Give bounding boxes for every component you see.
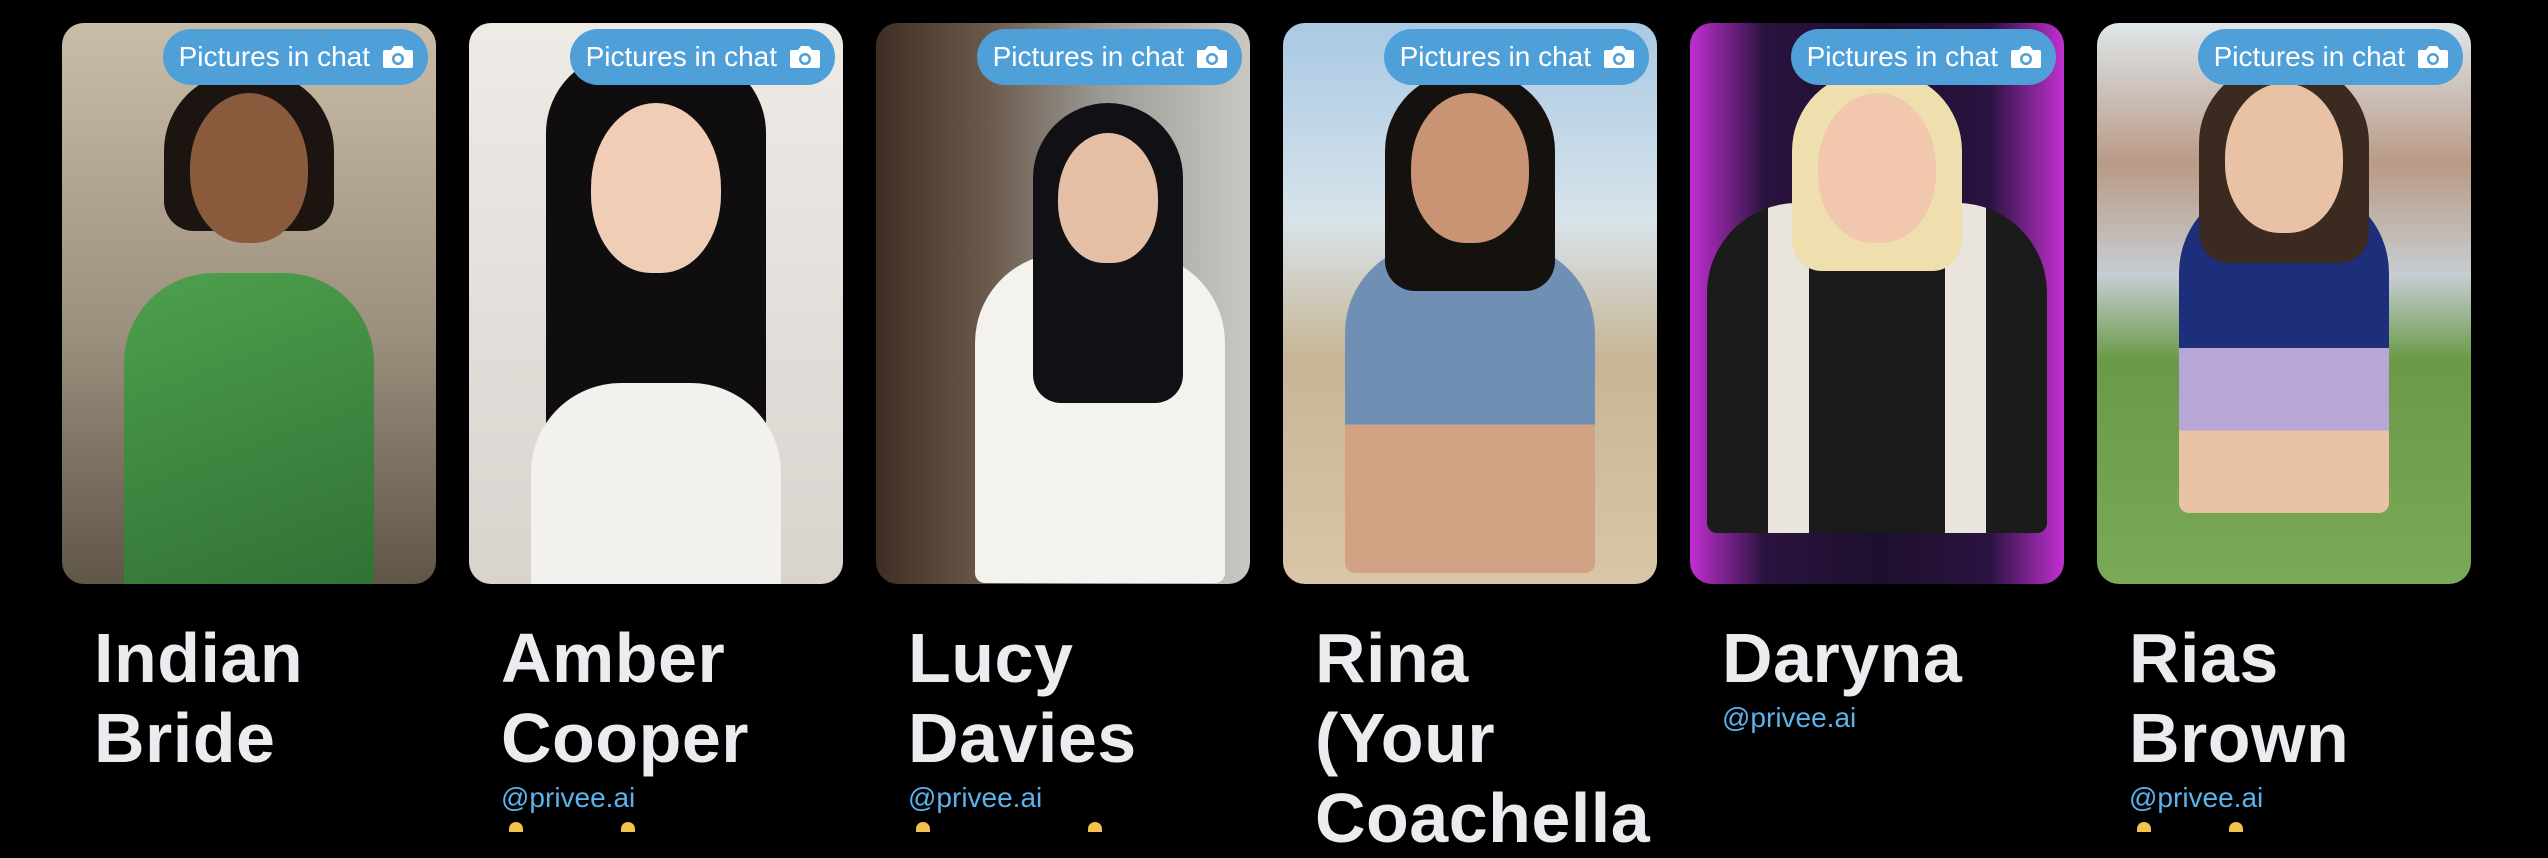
creator-handle[interactable]: @privee.ai [1722,700,2064,736]
character-name[interactable]: Indian Bride [94,618,434,778]
character-name[interactable]: Rias Brown [2129,618,2469,778]
character-name[interactable]: Rina (Your Coachella [1315,618,1655,858]
camera-icon [2418,46,2448,68]
photo-figure-face [2225,83,2343,233]
creator-handle[interactable]: @privee.ai [2129,780,2471,816]
photo-figure-face [1411,93,1529,243]
pictures-in-chat-badge[interactable]: Pictures in chat [1383,29,1649,85]
character-photo[interactable]: Pictures in chat [469,23,843,584]
pictures-in-chat-badge[interactable]: Pictures in chat [976,29,1242,85]
creator-handle[interactable]: @privee.ai [501,780,843,816]
character-grid: Pictures in chat Indian Bride Pictures i… [62,23,2471,858]
character-card[interactable]: Pictures in chat Rina (Your Coachella [1283,23,1657,858]
badge-label: Pictures in chat [585,41,777,72]
photo-figure-face [591,103,721,273]
character-name[interactable]: Lucy Davies [908,618,1248,778]
badge-label: Pictures in chat [2213,41,2405,72]
camera-icon [1604,46,1634,68]
character-card[interactable]: Pictures in chat Rias Brown @privee.ai [2097,23,2471,858]
camera-icon [790,46,820,68]
character-photo[interactable]: Pictures in chat [62,23,436,584]
pictures-in-chat-badge[interactable]: Pictures in chat [2197,29,2463,85]
character-name[interactable]: Daryna [1722,618,2062,698]
badge-label: Pictures in chat [992,41,1184,72]
badge-label: Pictures in chat [1399,41,1591,72]
badge-label: Pictures in chat [178,41,370,72]
pictures-in-chat-badge[interactable]: Pictures in chat [569,29,835,85]
partial-emoji-row [2129,822,2471,836]
photo-figure-body [1345,243,1595,573]
camera-icon [1197,46,1227,68]
character-photo[interactable]: Pictures in chat [876,23,1250,584]
character-card[interactable]: Pictures in chat Indian Bride [62,23,436,858]
character-name[interactable]: Amber Cooper [501,618,841,778]
camera-icon [383,46,413,68]
character-card[interactable]: Pictures in chat Daryna @privee.ai [1690,23,2064,858]
character-photo[interactable]: Pictures in chat [1690,23,2064,584]
character-photo[interactable]: Pictures in chat [1283,23,1657,584]
photo-figure-face [1818,93,1936,243]
photo-figure-face [190,93,308,243]
partial-emoji-row [501,822,843,836]
photo-figure-body [124,273,374,584]
camera-icon [2011,46,2041,68]
photo-figure-face [1057,133,1158,263]
photo-figure-body [531,383,781,584]
partial-emoji-row [908,822,1250,836]
character-card[interactable]: Pictures in chat Amber Cooper @privee.ai [469,23,843,858]
creator-handle[interactable]: @privee.ai [908,780,1250,816]
character-card[interactable]: Pictures in chat Lucy Davies @privee.ai [876,23,1250,858]
badge-label: Pictures in chat [1806,41,1998,72]
pictures-in-chat-badge[interactable]: Pictures in chat [1790,29,2056,85]
pictures-in-chat-badge[interactable]: Pictures in chat [162,29,428,85]
character-photo[interactable]: Pictures in chat [2097,23,2471,584]
